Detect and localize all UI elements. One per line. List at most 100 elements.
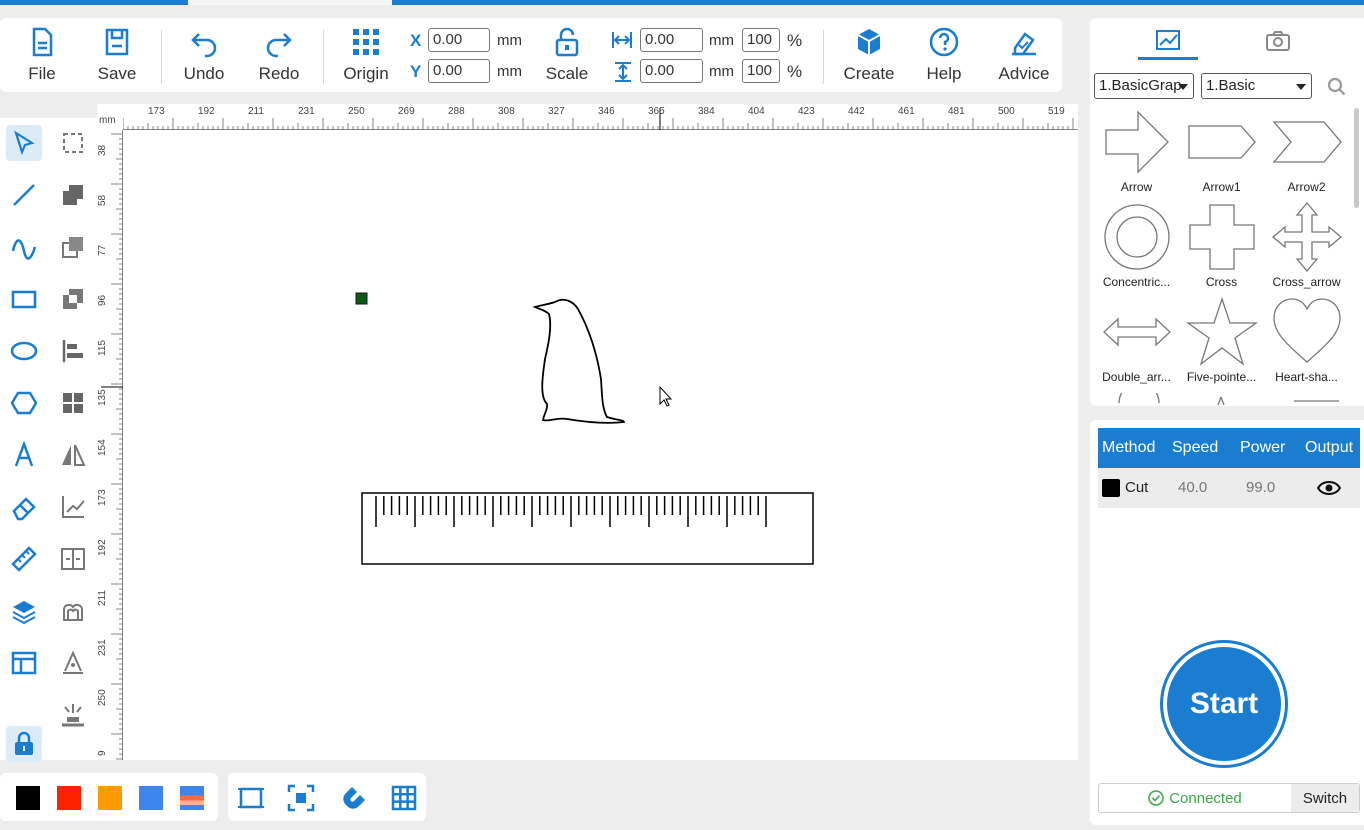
layer-speed[interactable]: 40.0: [1178, 479, 1207, 496]
canvas[interactable]: mm 173 192 211 231 250 269 288 308 327 346 365 384 4…: [97, 104, 1078, 760]
grid-icon: [63, 393, 83, 413]
color-swatch-blue[interactable]: [139, 786, 163, 810]
node-edit-tool[interactable]: [55, 125, 91, 161]
shape-cross-arrow[interactable]: Cross_arrow: [1264, 201, 1349, 296]
library-scrollbar[interactable]: [1354, 108, 1359, 208]
width-unit: mm: [709, 32, 734, 49]
help-icon: [929, 27, 959, 57]
shape-library-panel: 1.BasicGrap 1.Basic Arrow Arrow1 Arrow2 …: [1090, 18, 1364, 406]
table-row[interactable]: Cut 40.0 99.0: [1098, 468, 1360, 508]
union-tool[interactable]: [55, 177, 91, 213]
origin-button[interactable]: Origin: [338, 26, 394, 88]
scale-lock-button[interactable]: Scale: [542, 26, 592, 88]
header-output: Output: [1305, 439, 1354, 456]
save-button[interactable]: Save: [96, 26, 138, 88]
height-percent-field[interactable]: 100: [742, 59, 780, 83]
shape-concentric[interactable]: Concentric...: [1094, 201, 1179, 296]
process-panel: Method Speed Power Output Cut 40.0 99.0 …: [1090, 420, 1364, 825]
chart-edit-icon: [62, 496, 85, 518]
shape-arrow1[interactable]: Arrow1: [1179, 106, 1264, 201]
split-tool[interactable]: [55, 541, 91, 577]
file-icon: [32, 27, 53, 57]
line-icon: [13, 184, 35, 206]
measure-tool[interactable]: [6, 541, 42, 577]
shape-arrow2[interactable]: Arrow2: [1264, 106, 1349, 201]
shape-heart[interactable]: Heart-sha...: [1264, 296, 1349, 391]
shape-cross[interactable]: Cross: [1179, 201, 1264, 296]
template-tool[interactable]: [6, 645, 42, 681]
toolbar-separator: [323, 30, 324, 84]
lock-icon: [15, 731, 33, 755]
offset-tool[interactable]: [55, 593, 91, 629]
width-icon: [612, 32, 632, 48]
cross-arrow-shape-icon: [1271, 201, 1342, 273]
layers-tool[interactable]: [6, 593, 42, 629]
file-button[interactable]: File: [24, 26, 60, 88]
redo-button[interactable]: Redo: [254, 26, 304, 88]
magnet-icon[interactable]: [338, 783, 368, 813]
eraser-tool[interactable]: [6, 489, 42, 525]
eye-icon[interactable]: [1317, 478, 1341, 498]
help-button[interactable]: Help: [922, 26, 966, 88]
start-button[interactable]: Start: [1167, 647, 1281, 761]
array-tool[interactable]: [55, 385, 91, 421]
x-unit: mm: [497, 32, 522, 49]
laser-tool[interactable]: [55, 697, 91, 733]
tab-graphics[interactable]: [1138, 22, 1198, 60]
union-icon: [63, 185, 83, 205]
text-tool[interactable]: [6, 437, 42, 473]
color-swatch-more[interactable]: [180, 786, 204, 810]
width-percent-field[interactable]: 100: [742, 28, 780, 52]
align-tool[interactable]: [55, 333, 91, 369]
height-field[interactable]: 0.00: [640, 59, 703, 83]
subcategory-select[interactable]: 1.Basic: [1201, 73, 1312, 99]
rectangle-tool[interactable]: [6, 281, 42, 317]
penguin-shape[interactable]: [532, 298, 625, 424]
color-swatch-black[interactable]: [16, 786, 40, 810]
ruler-shape[interactable]: [361, 492, 814, 565]
star-shape-icon: [1185, 296, 1258, 366]
shape-arrow[interactable]: Arrow: [1094, 106, 1179, 201]
switch-button[interactable]: Switch: [1291, 784, 1359, 812]
trace-tool[interactable]: [55, 645, 91, 681]
y-label: Y: [410, 62, 422, 81]
width-field[interactable]: 0.00: [640, 28, 703, 52]
top-accent-gap: [188, 0, 392, 5]
cross-shape-icon: [1188, 204, 1255, 270]
lock-tool[interactable]: [6, 726, 42, 762]
polygon-tool[interactable]: [6, 385, 42, 421]
y-position-field[interactable]: 0.00: [428, 59, 490, 83]
x-position-field[interactable]: 0.00: [428, 28, 490, 52]
color-swatch-red[interactable]: [57, 786, 81, 810]
line-tool[interactable]: [6, 177, 42, 213]
undo-button[interactable]: Undo: [178, 26, 230, 88]
advice-button[interactable]: Advice: [992, 26, 1056, 88]
create-button[interactable]: Create: [840, 26, 898, 88]
intersect-tool[interactable]: [55, 281, 91, 317]
eraser-icon: [12, 497, 36, 521]
curve-tool[interactable]: [6, 229, 42, 265]
save-icon: [105, 28, 129, 56]
ellipse-tool[interactable]: [6, 333, 42, 369]
search-icon[interactable]: [1327, 77, 1347, 97]
subtract-tool[interactable]: [55, 229, 91, 265]
toolbar-separator: [161, 30, 162, 84]
select-tool[interactable]: [6, 125, 42, 161]
layout-icon: [11, 651, 37, 675]
layer-power[interactable]: 99.0: [1246, 479, 1275, 496]
shape-five-pointed-star[interactable]: Five-pointe...: [1179, 296, 1264, 391]
grid-toggle-icon[interactable]: [389, 783, 419, 813]
check-circle-icon: [1148, 790, 1164, 806]
zoom-selection-icon[interactable]: [286, 783, 316, 813]
fit-frame-icon[interactable]: [236, 783, 266, 813]
shape-double-arrow[interactable]: Double_arr...: [1094, 296, 1179, 391]
heart-shape-icon: [1272, 298, 1341, 363]
ruler-icon: [11, 546, 37, 572]
tab-camera[interactable]: [1248, 22, 1308, 60]
origin-marker[interactable]: [355, 292, 368, 305]
color-swatch-orange[interactable]: [98, 786, 122, 810]
mirror-tool[interactable]: [55, 437, 91, 473]
category-select[interactable]: 1.BasicGrap: [1094, 73, 1194, 99]
layer-color[interactable]: [1102, 479, 1120, 497]
path-edit-tool[interactable]: [55, 489, 91, 525]
